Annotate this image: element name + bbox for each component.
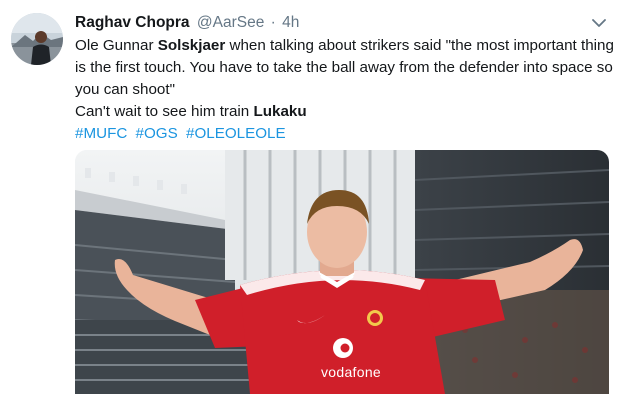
tweet-line-1: Ole Gunnar Solskjaer when talking about … — [75, 35, 615, 57]
tweet-media-photo[interactable]: vodafone — [75, 150, 609, 394]
bold-mention-solskjaer: Solskjaer — [157, 37, 226, 54]
chevron-down-icon[interactable] — [592, 18, 606, 28]
tweet-card[interactable]: Raghav Chopra @AarSee · 4h Ole Gunnar So… — [0, 0, 620, 394]
tweet-line-3: you can shoot" — [75, 81, 175, 98]
tweet-line-4: Can't wait to see him train Lukaku — [75, 101, 615, 123]
tweet-timestamp[interactable]: 4h — [282, 14, 299, 31]
tweet-text: Ole Gunnar Solskjaer when talking about … — [75, 35, 615, 145]
hashtag-mufc[interactable]: #MUFC — [75, 125, 127, 142]
shirt-sponsor-text: vodafone — [321, 364, 382, 380]
photo-footballer-celebrating — [75, 150, 609, 394]
hashtag-list: #MUFC #OGS #OLEOLEOLE — [75, 123, 615, 145]
author-handle[interactable]: @AarSee — [197, 14, 264, 31]
tweet-line-2: is the first touch. You have to take the… — [75, 59, 613, 76]
separator-dot: · — [270, 14, 276, 31]
avatar-image — [11, 13, 63, 65]
text-segment: Can't wait to see him train — [75, 103, 254, 120]
hashtag-ogs[interactable]: #OGS — [136, 125, 178, 142]
author-name[interactable]: Raghav Chopra — [75, 14, 190, 31]
hashtag-oleoleole[interactable]: #OLEOLEOLE — [186, 125, 286, 142]
author-avatar[interactable] — [11, 13, 63, 65]
text-segment: Ole Gunnar — [75, 37, 158, 54]
text-segment: when talking about strikers said "the mo… — [225, 37, 614, 54]
tweet-header: Raghav Chopra @AarSee · 4h — [75, 14, 299, 34]
bold-mention-lukaku: Lukaku — [253, 103, 307, 120]
